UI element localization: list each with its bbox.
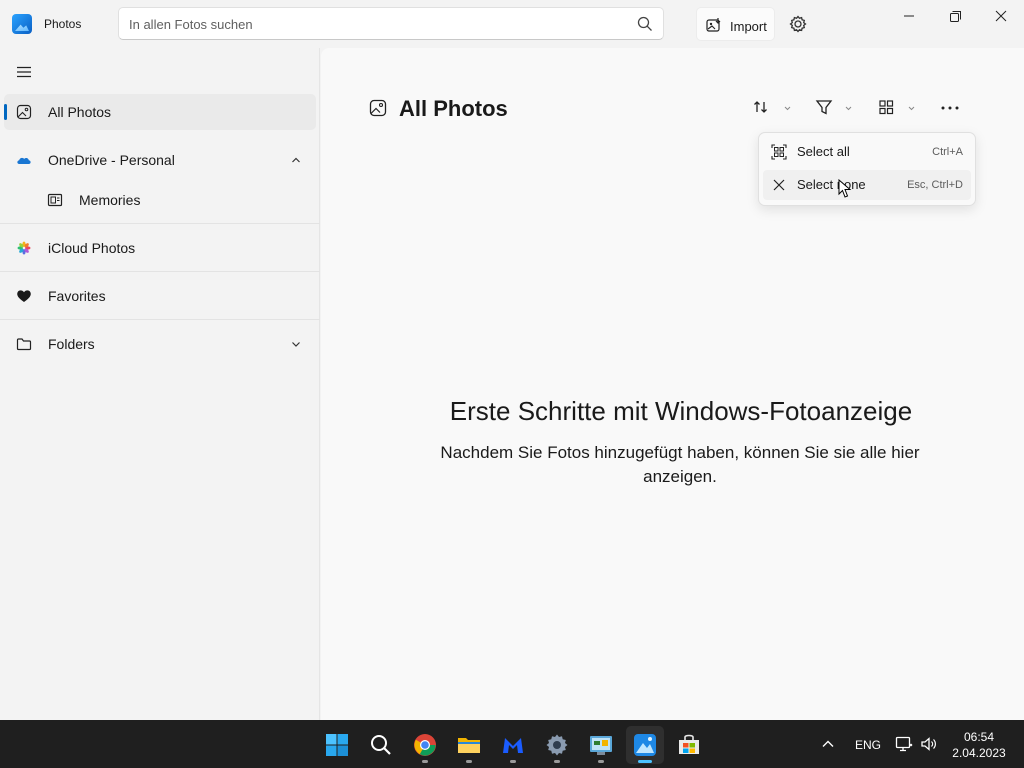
more-icon [941, 106, 959, 110]
heart-icon [17, 290, 31, 302]
grid-layout-icon [879, 100, 915, 115]
sidebar-item-label: Favorites [48, 288, 106, 304]
import-icon [706, 18, 721, 32]
sidebar-divider [0, 319, 320, 320]
search-icon [371, 735, 391, 755]
menu-item-label: Select all [797, 144, 850, 159]
running-indicator [422, 760, 428, 763]
start-icon [326, 734, 348, 756]
chrome-icon [414, 734, 436, 756]
close-icon [773, 179, 785, 191]
taskbar-store[interactable] [670, 726, 708, 764]
sidebar-divider [0, 223, 320, 224]
network-icon[interactable] [895, 735, 913, 753]
mouse-cursor-icon [838, 179, 852, 198]
close-window-button[interactable] [989, 8, 1013, 26]
taskbar-control-panel[interactable] [582, 726, 620, 764]
sidebar-item-label: iCloud Photos [48, 240, 136, 256]
active-app-indicator [638, 760, 652, 763]
menu-item-select-none[interactable]: Select none Esc, Ctrl+D [763, 170, 971, 200]
icloud-photos-icon [17, 241, 31, 255]
control-panel-icon [590, 736, 612, 755]
file-explorer-icon [458, 738, 480, 753]
running-indicator [510, 760, 516, 763]
taskbar-chrome[interactable] [406, 726, 444, 764]
title-bar: Photos Import [0, 0, 1024, 48]
sidebar-item-label: Memories [79, 192, 141, 208]
sidebar-item-favorites[interactable]: Favorites [4, 278, 316, 314]
sort-icon [754, 101, 791, 113]
chevron-up-icon[interactable] [821, 737, 835, 751]
store-icon [679, 734, 699, 754]
filter-icon [815, 100, 852, 115]
photos-icon [634, 734, 656, 756]
photo-icon [16, 104, 32, 120]
empty-state-title: Erste Schritte mit Windows-Fotoanzeige [449, 396, 913, 426]
search-input[interactable] [129, 15, 609, 33]
system-clock[interactable]: 06:54 2.04.2023 [948, 729, 1010, 761]
menu-item-shortcut: Esc, Ctrl+D [907, 179, 963, 191]
menu-item-label: Select none [797, 177, 866, 192]
hamburger-menu-icon[interactable] [14, 62, 34, 82]
import-label: Import [730, 19, 767, 34]
sidebar-item-memories[interactable]: Memories [4, 182, 316, 218]
taskbar-settings[interactable] [538, 726, 576, 764]
sort-button[interactable] [753, 98, 793, 118]
photo-icon [369, 99, 387, 117]
gear-icon[interactable] [786, 12, 810, 36]
taskbar: ENG 06:54 2.04.2023 [0, 720, 1024, 768]
onedrive-cloud-icon [17, 157, 31, 164]
sidebar-item-label: Folders [48, 336, 95, 352]
import-button[interactable]: Import [696, 7, 775, 41]
clock-date: 2.04.2023 [952, 746, 1006, 760]
empty-state-description: Nachdem Sie Fotos hinzugefügt haben, kön… [440, 443, 920, 486]
navigation-sidebar: All Photos OneDrive - Personal Memories [0, 48, 320, 720]
photos-app-icon [12, 14, 32, 34]
clock-time: 06:54 [963, 730, 995, 744]
start-button[interactable] [318, 726, 356, 764]
malwarebytes-icon [503, 738, 523, 753]
page-title: All Photos [399, 96, 508, 121]
sidebar-item-label: All Photos [48, 104, 112, 120]
folder-icon [16, 338, 32, 351]
main-content: All Photos Select all Ctrl+A Select none… [321, 48, 1024, 720]
settings-icon [546, 734, 568, 756]
selection-menu: Select all Ctrl+A Select none Esc, Ctrl+… [758, 132, 976, 206]
running-indicator [554, 760, 560, 763]
selection-indicator [4, 104, 7, 120]
taskbar-file-explorer[interactable] [450, 726, 488, 764]
menu-item-select-all[interactable]: Select all Ctrl+A [763, 137, 971, 167]
taskbar-malwarebytes[interactable] [494, 726, 532, 764]
sidebar-item-onedrive[interactable]: OneDrive - Personal [4, 142, 316, 178]
menu-item-shortcut: Ctrl+A [932, 146, 963, 158]
search-box[interactable] [118, 7, 664, 40]
more-options-button[interactable] [939, 98, 963, 118]
restore-button[interactable] [943, 8, 967, 26]
select-all-icon [771, 144, 787, 160]
chevron-down-icon[interactable] [290, 338, 302, 350]
sidebar-item-icloud[interactable]: iCloud Photos [4, 230, 316, 266]
memories-icon [47, 193, 63, 207]
running-indicator [466, 760, 472, 763]
sidebar-item-all-photos[interactable]: All Photos [4, 94, 316, 130]
taskbar-photos[interactable] [626, 726, 664, 764]
view-layout-button[interactable] [878, 98, 918, 118]
sidebar-item-folders[interactable]: Folders [4, 326, 316, 362]
sidebar-divider [0, 271, 320, 272]
sidebar-item-label: OneDrive - Personal [48, 152, 175, 168]
taskbar-search-button[interactable] [362, 726, 400, 764]
volume-icon[interactable] [920, 735, 938, 753]
minimize-button[interactable] [897, 8, 921, 26]
chevron-up-icon[interactable] [290, 154, 302, 166]
search-icon[interactable] [637, 16, 653, 32]
running-indicator [598, 760, 604, 763]
input-language-indicator[interactable]: ENG [855, 738, 881, 752]
app-title: Photos [44, 17, 82, 31]
filter-button[interactable] [815, 98, 855, 118]
